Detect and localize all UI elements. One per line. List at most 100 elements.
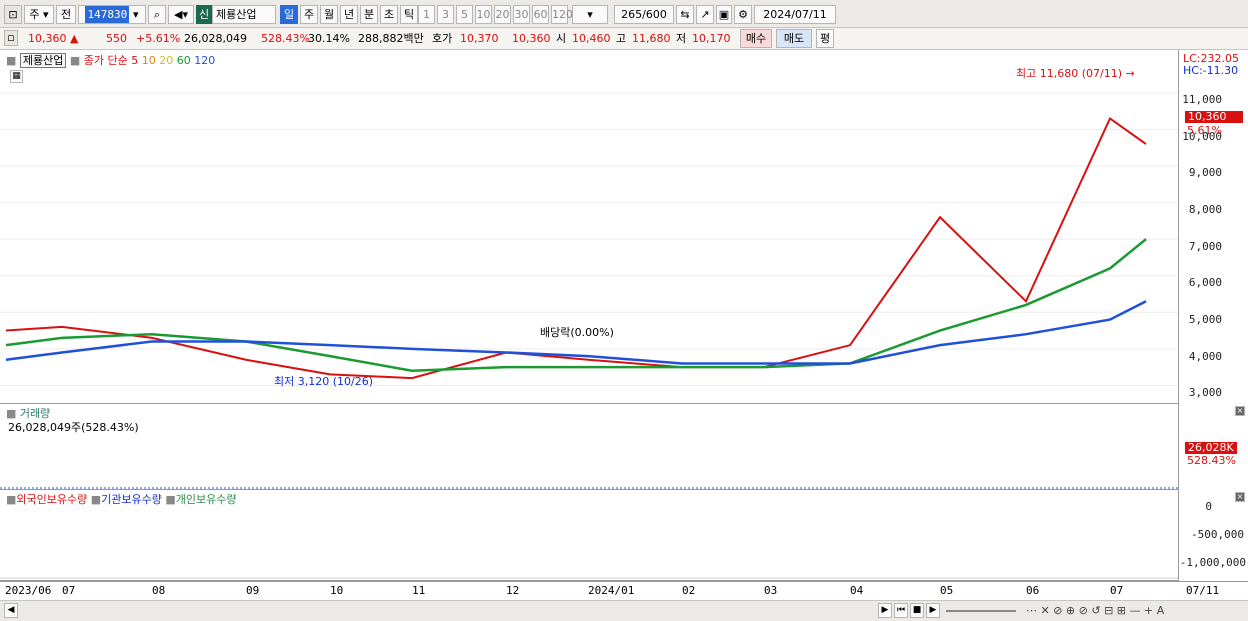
play-icon[interactable]: ▶ (926, 603, 940, 618)
code-input[interactable]: ▾ (78, 5, 146, 24)
rewind-icon[interactable]: ⏮ (894, 603, 908, 618)
ask: 10,370 (460, 32, 499, 45)
period-button-3[interactable]: 년 (340, 5, 358, 24)
retail-legend: 개인보유수량 (175, 493, 237, 506)
foreign-legend: 외국인보유수량 (16, 493, 88, 506)
holdings-legend: ■외국인보유수량 ■기관보유수량 ■개인보유수량 (6, 491, 237, 507)
stock-tag[interactable]: 제룡산업 (19, 53, 67, 68)
stock-name[interactable]: 제룡산업 (212, 5, 276, 24)
ma-120: 120 (194, 54, 216, 67)
x-label-0: 2023/06 (5, 584, 52, 597)
high-label: 고 (616, 32, 627, 45)
holdings-close-icon[interactable]: × (1235, 492, 1245, 502)
minute-button-0[interactable]: 1 (418, 5, 435, 24)
minute-button-2[interactable]: 5 (456, 5, 473, 24)
x-label-14: 07/11 (1186, 584, 1220, 597)
price-tick-7: 4,000 (1188, 350, 1222, 363)
x-label-6: 12 (506, 584, 520, 597)
current-price: 10,360 ▲ (28, 32, 79, 45)
stop-icon[interactable]: ■ (910, 603, 924, 618)
x-label-10: 04 (850, 584, 864, 597)
volume: 26,028,049 (184, 32, 247, 45)
price-pane[interactable]: ■ 제룡산업 ■ 종가 단순 5 10 20 60 120 ▦ 최고 11,68… (0, 50, 1178, 404)
low: 10,170 (692, 32, 731, 45)
eval-button[interactable]: 평 (816, 29, 834, 48)
period-button-4[interactable]: 분 (360, 5, 378, 24)
holdings-pane[interactable]: ■외국인보유수량 ■기관보유수량 ■개인보유수량 (0, 490, 1178, 581)
count-total: /600 (642, 8, 667, 21)
minute-button-7[interactable]: 120 (551, 5, 573, 24)
speaker-icon[interactable]: ◀▾ (168, 5, 194, 24)
chart-type-icon[interactable]: ↗ (696, 5, 714, 24)
bid: 10,360 (512, 32, 551, 45)
toolbar: ⊡ 주 ▾ 전 ▾ ⌕ ◀▾ 신 제룡산업 일주월년분초틱 1351020306… (0, 0, 1248, 28)
low-label: 저 (676, 32, 687, 45)
count-field[interactable]: 265/600 (614, 5, 674, 24)
count-value: 265 (621, 8, 643, 21)
volume-close-icon[interactable]: × (1235, 406, 1245, 416)
change-pct: +5.61% (136, 32, 181, 45)
max-note-text: 최고 11,680 (07/11) (1016, 67, 1123, 80)
zoom-slider[interactable] (946, 610, 1016, 612)
compare-icon[interactable]: ⇆ (676, 5, 694, 24)
price-tick-2: 9,000 (1188, 166, 1222, 179)
volume-ratio: 528.43% (261, 32, 310, 45)
x-label-4: 10 (330, 584, 344, 597)
volume-axis: × 26,028K 528.43% (1178, 404, 1248, 490)
x-label-1: 07 (62, 584, 76, 597)
scroll-bar[interactable]: ◀ ▶ ⏮ ■ ▶ ⋯ ✕ ⊘ ⊕ ⊘ ↺ ⊟ ⊞ — + A (0, 600, 1248, 621)
x-label-13: 07 (1110, 584, 1124, 597)
price-tick-3: 8,000 (1188, 203, 1222, 216)
grid-icon[interactable]: ▦ (10, 70, 23, 83)
period-button-6[interactable]: 틱 (400, 5, 418, 24)
retail-square-icon: ■ (165, 493, 176, 506)
period-button-1[interactable]: 주 (300, 5, 318, 24)
type-select[interactable]: 주 ▾ (24, 5, 54, 24)
hoga-label: 호가 (432, 32, 453, 45)
minute-button-6[interactable]: 60 (532, 5, 549, 24)
open-label: 시 (556, 32, 567, 45)
code-field[interactable] (85, 6, 130, 23)
scroll-right-icon[interactable]: ▶ (878, 603, 892, 618)
buy-button[interactable]: 매수 (740, 29, 772, 48)
minute-select[interactable]: ▾ (572, 5, 608, 24)
inst-square-icon: ■ (90, 493, 102, 506)
save-icon[interactable]: ▣ (716, 5, 732, 24)
search-icon[interactable]: ⌕ (148, 5, 166, 24)
period-button-2[interactable]: 월 (320, 5, 338, 24)
period-button-5[interactable]: 초 (380, 5, 398, 24)
volume-pane[interactable]: ■ 거래량 26,028,049주(528.43%) (0, 404, 1178, 490)
minute-button-1[interactable]: 3 (437, 5, 454, 24)
price-tick-0: 11,000 (1182, 93, 1222, 106)
minute-button-5[interactable]: 30 (513, 5, 530, 24)
price-axis: LC:232.05 HC:-11.30 11,000 10,000 9,000 8,0… (1178, 50, 1248, 404)
x-label-9: 03 (764, 584, 778, 597)
period-button-0[interactable]: 일 (280, 5, 298, 24)
gear-icon[interactable]: ⚙ (734, 5, 752, 24)
legend-square-icon-2: ■ (69, 54, 81, 67)
price-tick-6: 5,000 (1188, 313, 1222, 326)
high: 11,680 (632, 32, 671, 45)
shin-badge: 신 (196, 5, 212, 24)
volume-chart (0, 487, 1178, 489)
hold-tick-2: -1,000,000 (1179, 556, 1246, 569)
window-icon[interactable]: ⊡ (4, 5, 22, 24)
tool-icons[interactable]: ⋯ ✕ ⊘ ⊕ ⊘ ↺ ⊟ ⊞ — + A (1026, 604, 1164, 617)
expand-icon[interactable]: ▫ (4, 30, 18, 46)
foreign-square-icon: ■ (6, 493, 17, 506)
ma-5: 5 (131, 54, 139, 67)
date-field[interactable]: 2024/07/11 (754, 5, 836, 24)
x-label-7: 2024/01 (588, 584, 635, 597)
all-button[interactable]: 전 (56, 5, 76, 24)
volume-value: 26,028,049주(528.43%) (8, 421, 139, 434)
price-tick-5: 6,000 (1188, 276, 1222, 289)
x-label-12: 06 (1026, 584, 1040, 597)
scroll-left-icon[interactable]: ◀ (4, 603, 18, 618)
x-label-5: 11 (412, 584, 426, 597)
minute-button-3[interactable]: 10 (475, 5, 492, 24)
x-label-2: 08 (152, 584, 166, 597)
sell-button[interactable]: 매도 (776, 29, 812, 48)
price-badge: 10,360 (1185, 111, 1243, 123)
minute-button-4[interactable]: 20 (494, 5, 511, 24)
volume-pct: 528.43% (1187, 454, 1236, 467)
